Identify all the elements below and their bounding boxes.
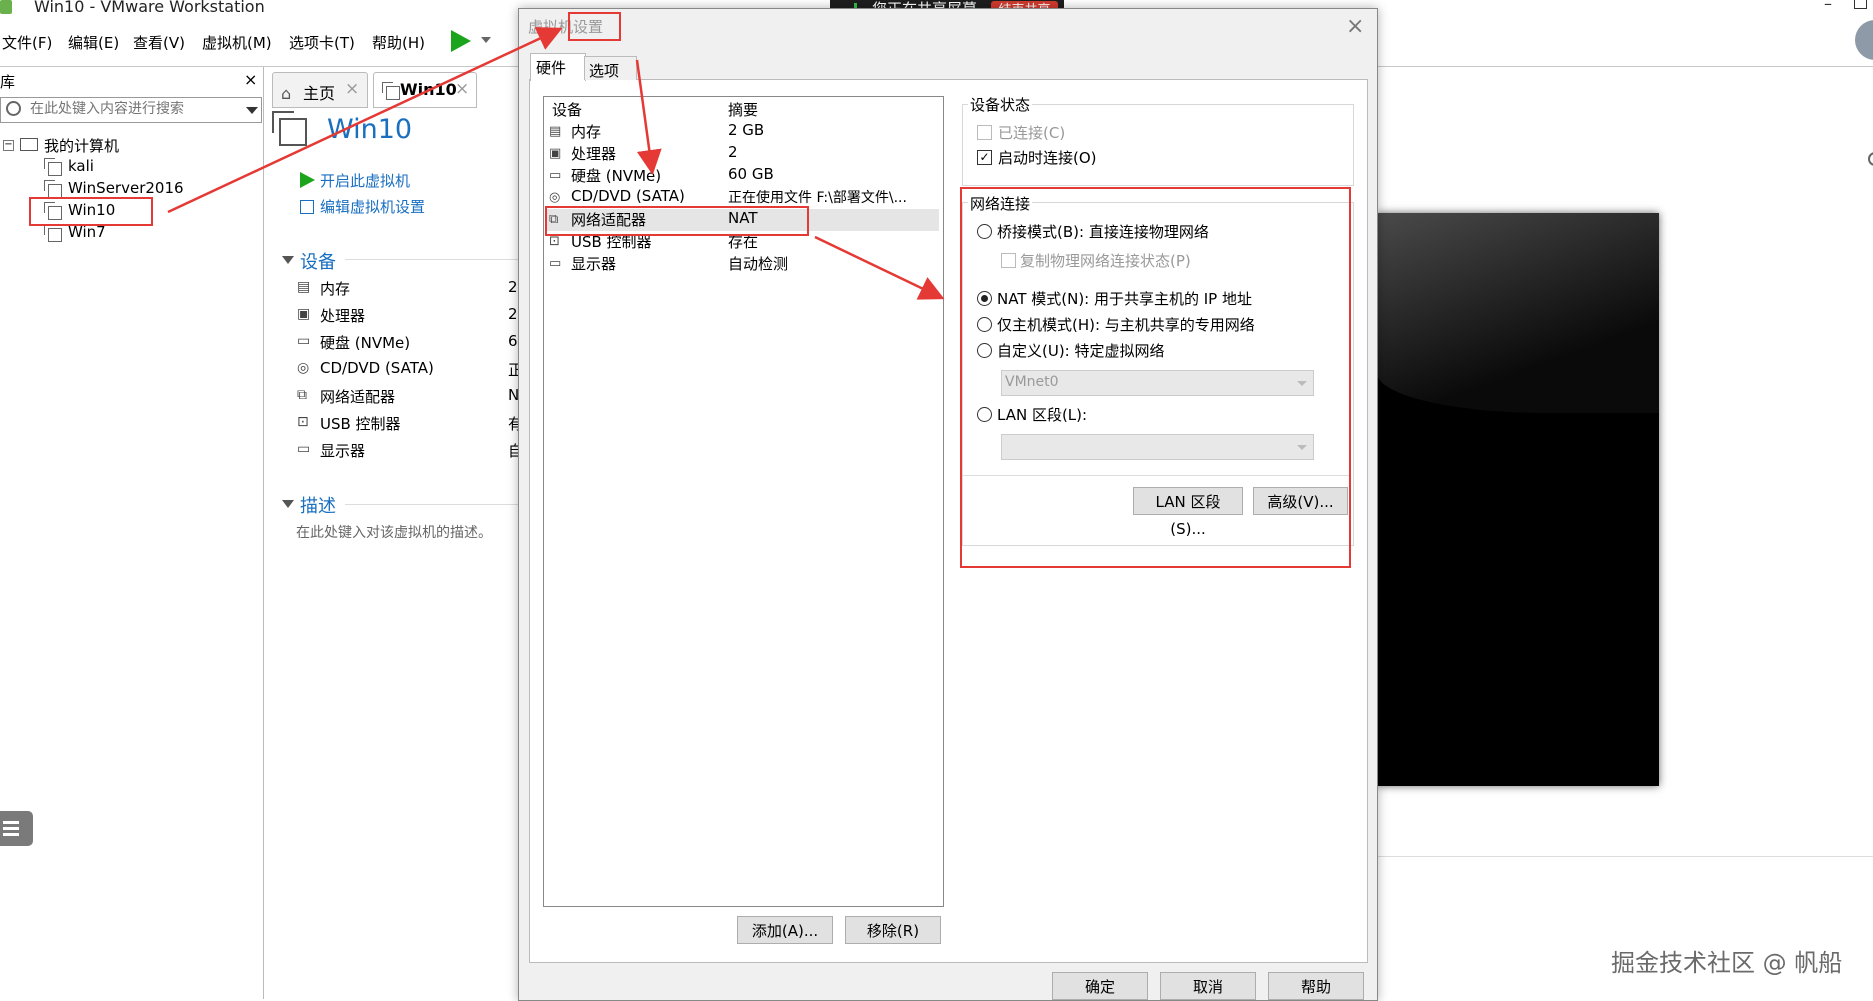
annotation-arrows [167, 27, 945, 300]
annotation-arrow-2 [635, 59, 662, 175]
annotation-arrow-1 [167, 27, 563, 214]
annotation-arrow-3 [814, 235, 945, 300]
